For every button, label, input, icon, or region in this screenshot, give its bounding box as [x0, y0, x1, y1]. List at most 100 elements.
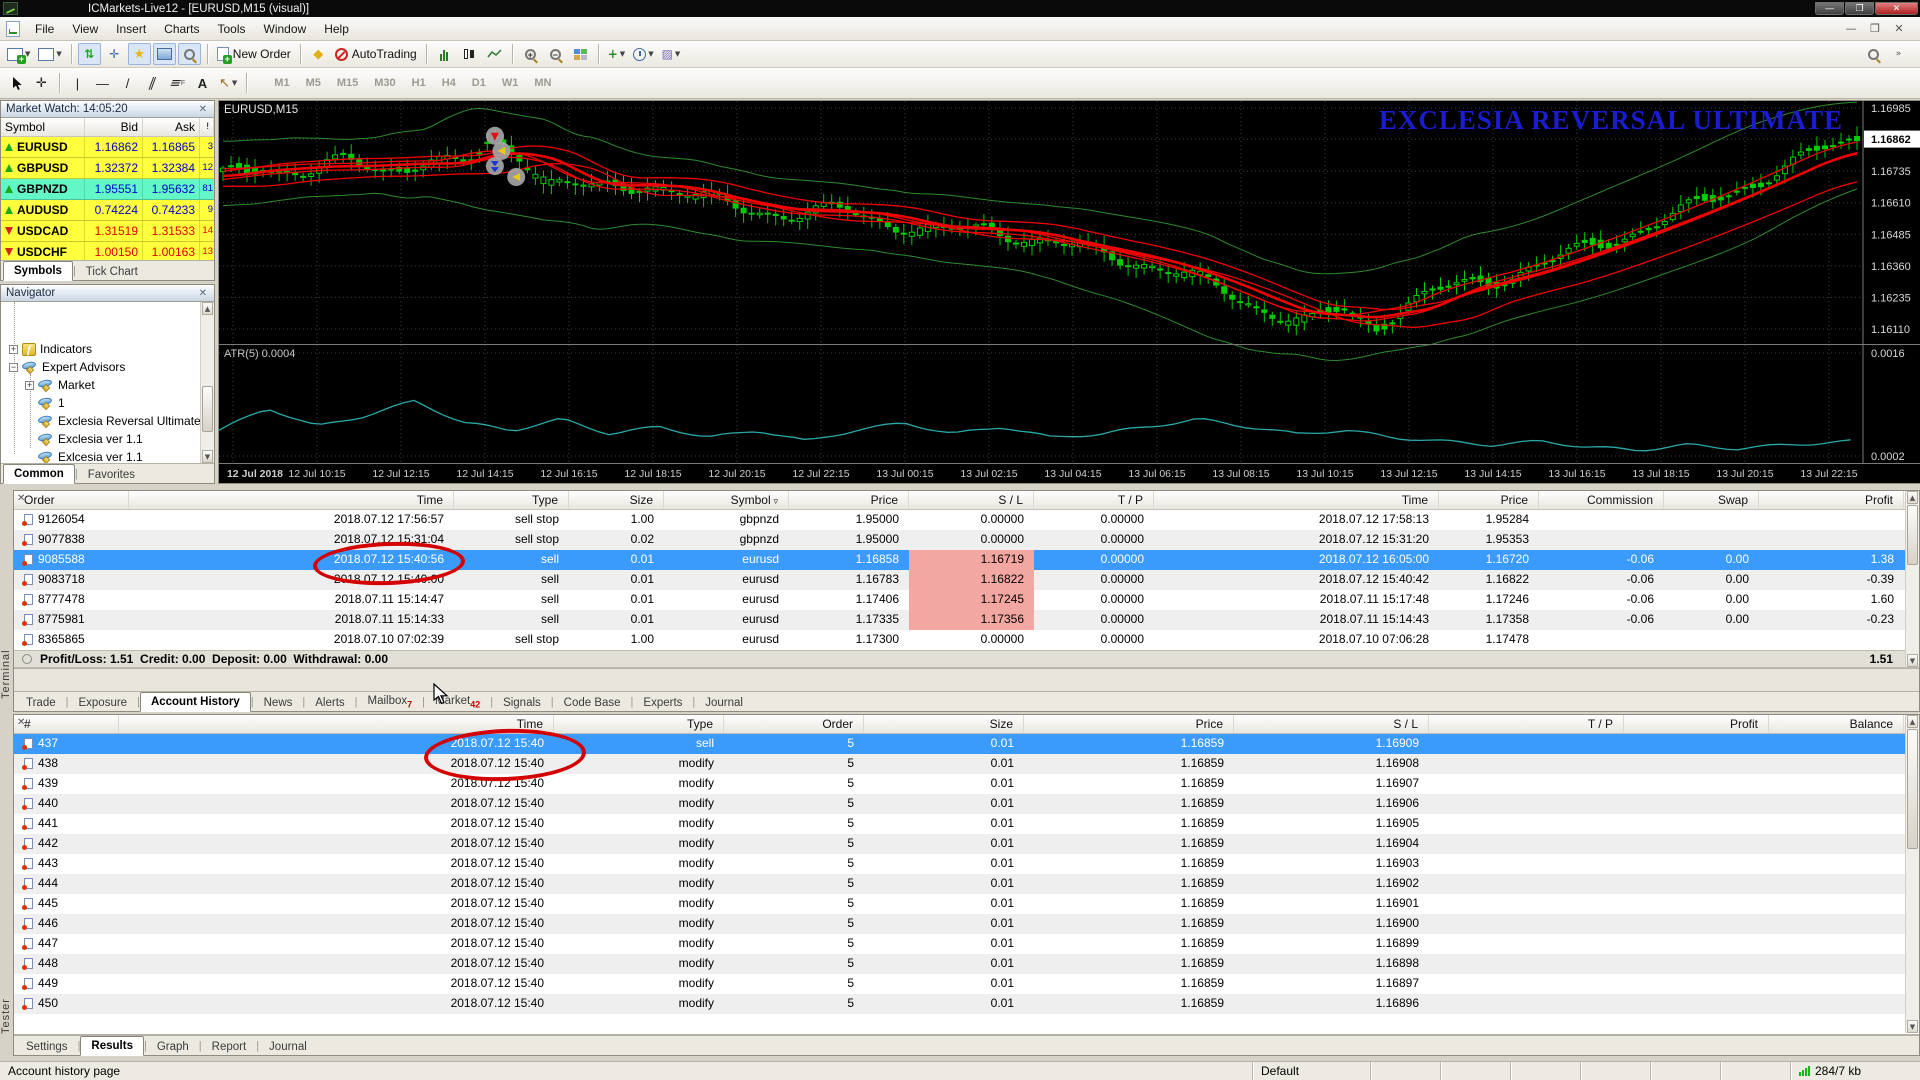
tab-experts[interactable]: Experts [633, 694, 692, 711]
toolbar-search-button[interactable] [1862, 43, 1885, 65]
timeframe-m30[interactable]: M30 [366, 74, 403, 92]
vline-tool[interactable]: | [66, 72, 89, 94]
result-row-447[interactable]: 4472018.07.12 15:40modify50.011.168591.1… [14, 934, 1919, 954]
result-row-445[interactable]: 4452018.07.12 15:40modify50.011.168591.1… [14, 894, 1919, 914]
column-header-order[interactable]: Order [724, 715, 864, 733]
column-header-time[interactable]: Time [1154, 491, 1439, 509]
column-header-profit[interactable]: Profit [1759, 491, 1904, 509]
result-row-446[interactable]: 4462018.07.12 15:40modify50.011.168591.1… [14, 914, 1919, 934]
mdi-minimize-icon[interactable]: — [1842, 22, 1860, 35]
result-row-444[interactable]: 4442018.07.12 15:40modify50.011.168591.1… [14, 874, 1919, 894]
toolbar-overflow-button[interactable]: » [1887, 43, 1910, 65]
menu-view[interactable]: View [63, 18, 107, 40]
tree-item-exclesia-reversal-ultimate-ver-1-3[interactable]: Exclesia Reversal Ultimate ver 1.3 [25, 412, 200, 430]
column-header-type[interactable]: Type [554, 715, 724, 733]
hline-tool[interactable]: — [91, 72, 114, 94]
market-watch-row-gbpusd[interactable]: GBPUSD1.323721.3238412 [1, 158, 214, 179]
tab-settings[interactable]: Settings [16, 1038, 78, 1055]
new-order-button[interactable]: +New Order [214, 43, 294, 65]
order-row-9083718[interactable]: 90837182018.07.12 15:40:00sell0.01eurusd… [14, 570, 1919, 590]
indicators-button[interactable]: +▼ [605, 43, 628, 65]
market-watch-row-eurusd[interactable]: EURUSD1.168621.168653 [1, 137, 214, 158]
collapse-minus-icon[interactable]: − [9, 363, 18, 372]
profile-selector[interactable]: Default [1252, 1062, 1370, 1080]
data-window-button[interactable]: ✛ [103, 43, 126, 65]
result-row-448[interactable]: 4482018.07.12 15:40modify50.011.168591.1… [14, 954, 1919, 974]
tile-windows-button[interactable] [569, 43, 592, 65]
tester-scrollbar[interactable]: ▲ ▼ [1905, 715, 1919, 1033]
cursor-tool[interactable] [5, 72, 28, 94]
tab-news[interactable]: News [254, 694, 303, 711]
zoom-out-button[interactable]: − [544, 43, 567, 65]
channel-tool[interactable]: ∥ [141, 72, 164, 94]
tab-report[interactable]: Report [202, 1038, 257, 1055]
column-header-ask[interactable]: Ask [143, 118, 200, 136]
menu-charts[interactable]: Charts [155, 18, 208, 40]
mdi-close-icon[interactable]: ✕ [1890, 22, 1908, 35]
column-header-swap[interactable]: Swap [1664, 491, 1759, 509]
result-row-450[interactable]: 4502018.07.12 15:40modify50.011.168591.1… [14, 994, 1919, 1014]
tree-item-exlcesia-ver-1-1[interactable]: Exlcesia ver 1.1 [25, 448, 143, 463]
scroll-up-icon[interactable]: ▲ [1907, 715, 1918, 728]
close-icon[interactable]: ✕ [197, 104, 209, 115]
order-row-8365865[interactable]: 83658652018.07.10 07:02:39sell stop1.00e… [14, 630, 1919, 650]
column-header-commission[interactable]: Commission [1539, 491, 1664, 509]
close-button[interactable]: ✕ [1875, 2, 1918, 15]
tab-favorites[interactable]: Favorites [78, 466, 145, 483]
tab-tick-chart[interactable]: Tick Chart [76, 263, 148, 280]
order-row-9085588[interactable]: 90855882018.07.12 15:40:56sell0.01eurusd… [14, 550, 1919, 570]
tab-graph[interactable]: Graph [147, 1038, 199, 1055]
tab-alerts[interactable]: Alerts [305, 694, 354, 711]
periods-button[interactable]: ▼ [630, 43, 656, 65]
expand-plus-icon[interactable]: + [25, 381, 34, 390]
tab-signals[interactable]: Signals [493, 694, 551, 711]
tester-close-icon[interactable]: ✕ [17, 717, 25, 728]
result-row-437[interactable]: 4372018.07.12 15:40sell50.011.168591.169… [14, 734, 1919, 754]
column-header-#[interactable]: # [14, 715, 119, 733]
market-watch-row-audusd[interactable]: AUDUSD0.742240.742339 [1, 200, 214, 221]
tree-item-indicators[interactable]: +fIndicators [9, 340, 92, 358]
order-row-8775981[interactable]: 87759812018.07.11 15:14:33sell0.01eurusd… [14, 610, 1919, 630]
column-header-price[interactable]: Price [1024, 715, 1234, 733]
menu-tools[interactable]: Tools [209, 18, 255, 40]
menu-insert[interactable]: Insert [107, 18, 155, 40]
scroll-down-icon[interactable]: ▼ [202, 450, 213, 463]
column-header-s-l[interactable]: S / L [1234, 715, 1429, 733]
timeframe-m1[interactable]: M1 [266, 74, 297, 92]
scrollbar-thumb[interactable] [1907, 505, 1918, 565]
tab-journal[interactable]: Journal [695, 694, 753, 711]
column-header-profit[interactable]: Profit [1624, 715, 1769, 733]
tree-item-exclesia-ver-1-1[interactable]: Exclesia ver 1.1 [25, 430, 143, 448]
autotrading-button[interactable]: AutoTrading [332, 43, 420, 65]
column-header-price[interactable]: Price [789, 491, 909, 509]
result-row-439[interactable]: 4392018.07.12 15:40modify50.011.168591.1… [14, 774, 1919, 794]
price-chart[interactable]: 1.169851.168621.167351.166101.164851.163… [219, 101, 1920, 483]
market-watch-row-usdcad[interactable]: USDCAD1.315191.3153314 [1, 221, 214, 242]
tab-code-base[interactable]: Code Base [554, 694, 631, 711]
result-row-449[interactable]: 4492018.07.12 15:40modify50.011.168591.1… [14, 974, 1919, 994]
result-row-441[interactable]: 4412018.07.12 15:40modify50.011.168591.1… [14, 814, 1919, 834]
tab-account-history[interactable]: Account History [140, 692, 251, 712]
scroll-down-icon[interactable]: ▼ [1907, 1020, 1918, 1033]
terminal-scrollbar[interactable]: ▲ ▼ [1905, 491, 1919, 667]
navigator-toggle[interactable]: ★ [128, 43, 151, 65]
tester-side-label[interactable]: Tester [0, 985, 13, 1047]
column-header-spread[interactable]: ! [200, 118, 214, 136]
timeframe-w1[interactable]: W1 [494, 74, 527, 92]
fibonacci-tool[interactable]: ≡F [166, 72, 189, 94]
terminal-side-label[interactable]: Terminal [0, 638, 13, 710]
column-header-price[interactable]: Price [1439, 491, 1539, 509]
scrollbar-thumb[interactable] [202, 386, 213, 432]
column-header-bid[interactable]: Bid [85, 118, 143, 136]
tree-item-expert-advisors[interactable]: −Expert Advisors [9, 358, 125, 376]
column-header-t-p[interactable]: T / P [1034, 491, 1154, 509]
timeframe-d1[interactable]: D1 [464, 74, 494, 92]
tree-item-market[interactable]: +Market [25, 376, 95, 394]
result-row-438[interactable]: 4382018.07.12 15:40modify50.011.168591.1… [14, 754, 1919, 774]
column-header-t-p[interactable]: T / P [1429, 715, 1624, 733]
column-header-symbol[interactable]: Symbol [1, 118, 85, 136]
market-watch-row-gbpnzd[interactable]: GBPNZD1.955511.9563281 [1, 179, 214, 200]
timeframe-mn[interactable]: MN [526, 74, 559, 92]
tab-exposure[interactable]: Exposure [68, 694, 137, 711]
text-tool[interactable]: A [191, 72, 214, 94]
